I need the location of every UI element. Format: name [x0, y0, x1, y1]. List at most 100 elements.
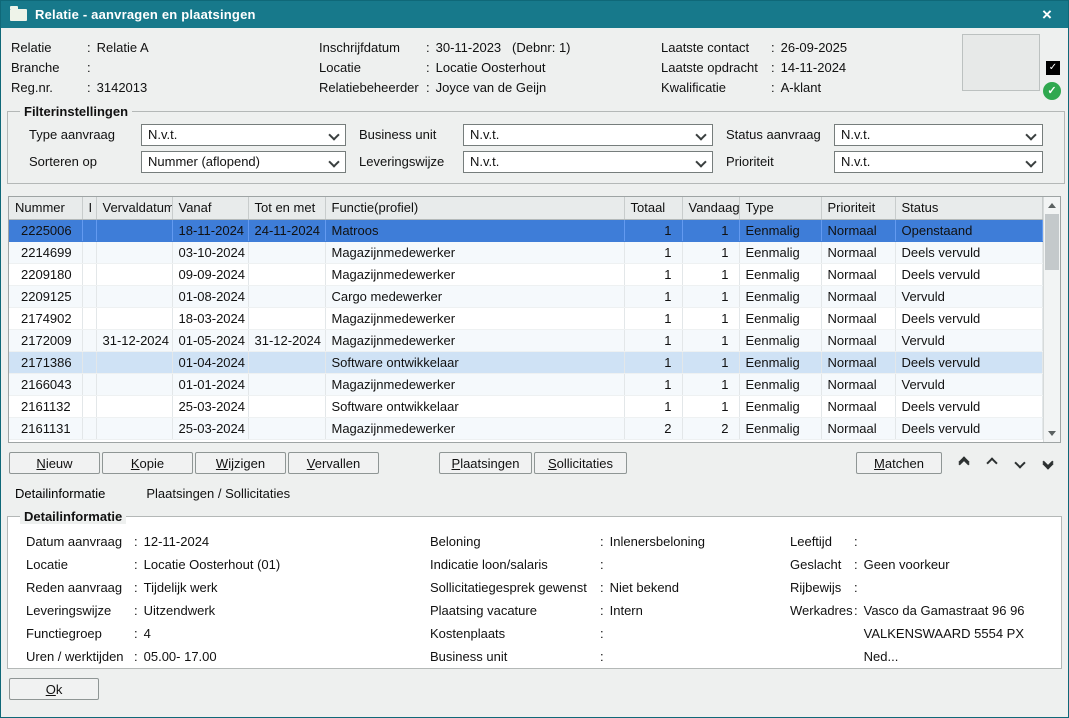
tab-detailinformatie[interactable]: Detailinformatie	[15, 486, 105, 501]
wijzigen-button[interactable]: Wijzigen	[195, 452, 286, 474]
colon: :	[87, 38, 91, 58]
filter-row: Type aanvraagN.v.t.Business unitN.v.t.St…	[16, 121, 1056, 148]
field-value: 26-09-2025	[781, 38, 848, 58]
filters-body: Type aanvraagN.v.t.Business unitN.v.t.St…	[16, 121, 1056, 175]
table-row[interactable]: 216604301-01-2024Magazijnmedewerker11Een…	[9, 373, 1043, 395]
table-row[interactable]: 222500618-11-202424-11-2024Matroos11Eenm…	[9, 219, 1043, 241]
sorteren-op-select[interactable]: Nummer (aflopend)	[141, 151, 346, 173]
cell: Vervuld	[895, 329, 1043, 351]
kopie-button[interactable]: Kopie	[102, 452, 193, 474]
table-row[interactable]: 217490218-03-2024Magazijnmedewerker11Een…	[9, 307, 1043, 329]
navigate-first-button[interactable]	[952, 452, 976, 474]
column-header-tot-en-met[interactable]: Tot en met	[248, 197, 325, 219]
nieuw-button[interactable]: Nieuw	[9, 452, 100, 474]
filter-label: Status aanvraag	[726, 127, 834, 142]
relatie-window: Relatie - aanvragen en plaatsingen × Rel…	[0, 0, 1069, 718]
vertical-scrollbar[interactable]	[1043, 197, 1060, 442]
info-field: Branche:	[11, 58, 319, 78]
cell: 2161131	[9, 417, 82, 439]
table-header-row: NummerIVervaldatumVanafTot en metFunctie…	[9, 197, 1043, 219]
navigate-previous-button[interactable]	[980, 452, 1004, 474]
cell: 01-05-2024	[172, 329, 248, 351]
vervallen-button[interactable]: Vervallen	[288, 452, 379, 474]
colon: :	[87, 58, 91, 78]
plaatsingen-button[interactable]: Plaatsingen	[439, 452, 532, 474]
column-header-nummer[interactable]: Nummer	[9, 197, 82, 219]
status-aanvraag-select[interactable]: N.v.t.	[834, 124, 1043, 146]
field-label: Beloning	[430, 530, 600, 553]
filter-row: Sorteren opNummer (aflopend)Leveringswij…	[16, 148, 1056, 175]
cell: Normaal	[821, 263, 895, 285]
cell	[96, 307, 172, 329]
navigate-next-button[interactable]	[1008, 452, 1032, 474]
info-field: Inschrijfdatum:30-11-2023 (Debnr: 1)	[319, 38, 661, 58]
cell: Deels vervuld	[895, 395, 1043, 417]
cell: Eenmalig	[739, 241, 821, 263]
colon: :	[854, 599, 858, 668]
colon: :	[600, 576, 604, 599]
table-row[interactable]: 217138601-04-2024Software ontwikkelaar11…	[9, 351, 1043, 373]
table-row[interactable]: 221469903-10-2024Magazijnmedewerker11Een…	[9, 241, 1043, 263]
cell: Cargo medewerker	[325, 285, 624, 307]
table-row[interactable]: 220912501-08-2024Cargo medewerker11Eenma…	[9, 285, 1043, 307]
navigate-last-button[interactable]	[1036, 452, 1060, 474]
column-header-vanaf[interactable]: Vanaf	[172, 197, 248, 219]
cell: Deels vervuld	[895, 241, 1043, 263]
cell: 1	[624, 263, 682, 285]
filter-settings-legend: Filterinstellingen	[20, 104, 132, 119]
cell: 1	[682, 263, 739, 285]
chevron-down-icon	[328, 156, 339, 167]
colon: :	[134, 530, 138, 553]
column-header-vervaldatum[interactable]: Vervaldatum	[96, 197, 172, 219]
scroll-down-button[interactable]	[1044, 425, 1060, 442]
cell	[248, 395, 325, 417]
detail-field: Functiegroep:4	[26, 622, 430, 645]
field-label: Uren / werktijden	[26, 645, 134, 668]
cell: 01-08-2024	[172, 285, 248, 307]
matchen-button[interactable]: Matchen	[856, 452, 942, 474]
black-checkbox[interactable]: ✓	[1046, 61, 1060, 75]
cell: 2172009	[9, 329, 82, 351]
cell	[96, 417, 172, 439]
cell	[248, 351, 325, 373]
table-row[interactable]: 216113125-03-2024Magazijnmedewerker22Een…	[9, 417, 1043, 439]
detail-field: Sollicitatiegesprek gewenst:Niet bekend	[430, 576, 790, 599]
table-row[interactable]: 217200931-12-202401-05-202431-12-2024Mag…	[9, 329, 1043, 351]
selected-value: N.v.t.	[470, 154, 499, 169]
button-label: Wijzigen	[202, 456, 279, 471]
cell: 01-04-2024	[172, 351, 248, 373]
column-header-vandaag[interactable]: Vandaag	[682, 197, 739, 219]
sollicitaties-button[interactable]: Sollicitaties	[534, 452, 627, 474]
cell	[96, 373, 172, 395]
type-aanvraag-select[interactable]: N.v.t.	[141, 124, 346, 146]
scroll-up-button[interactable]	[1044, 197, 1060, 214]
cell	[82, 417, 96, 439]
cell: Eenmalig	[739, 417, 821, 439]
tab-plaatsingen-sollicitaties[interactable]: Plaatsingen / Sollicitaties	[146, 486, 290, 501]
business-unit-select[interactable]: N.v.t.	[463, 124, 713, 146]
field-label: Locatie	[319, 58, 426, 78]
column-header-totaal[interactable]: Totaal	[624, 197, 682, 219]
prioriteit-select[interactable]: N.v.t.	[834, 151, 1043, 173]
table-row[interactable]: 220918009-09-2024Magazijnmedewerker11Een…	[9, 263, 1043, 285]
field-label: Laatste contact	[661, 38, 771, 58]
ok-button[interactable]: Ok	[9, 678, 99, 700]
field-label: Rijbewijs	[790, 576, 854, 599]
column-header-status[interactable]: Status	[895, 197, 1043, 219]
cell	[248, 241, 325, 263]
cell	[248, 285, 325, 307]
column-header-prioriteit[interactable]: Prioriteit	[821, 197, 895, 219]
table-row[interactable]: 216113225-03-2024Software ontwikkelaar11…	[9, 395, 1043, 417]
colon: :	[426, 38, 430, 58]
cell	[96, 263, 172, 285]
cell	[96, 241, 172, 263]
scrollbar-thumb[interactable]	[1045, 214, 1059, 270]
cell: Magazijnmedewerker	[325, 307, 624, 329]
close-button[interactable]: ×	[1035, 2, 1059, 27]
cell: 2171386	[9, 351, 82, 373]
column-header-type[interactable]: Type	[739, 197, 821, 219]
column-header-i[interactable]: I	[82, 197, 96, 219]
selected-value: N.v.t.	[148, 127, 177, 142]
leveringswijze-select[interactable]: N.v.t.	[463, 151, 713, 173]
column-header-functie-profiel-[interactable]: Functie(profiel)	[325, 197, 624, 219]
